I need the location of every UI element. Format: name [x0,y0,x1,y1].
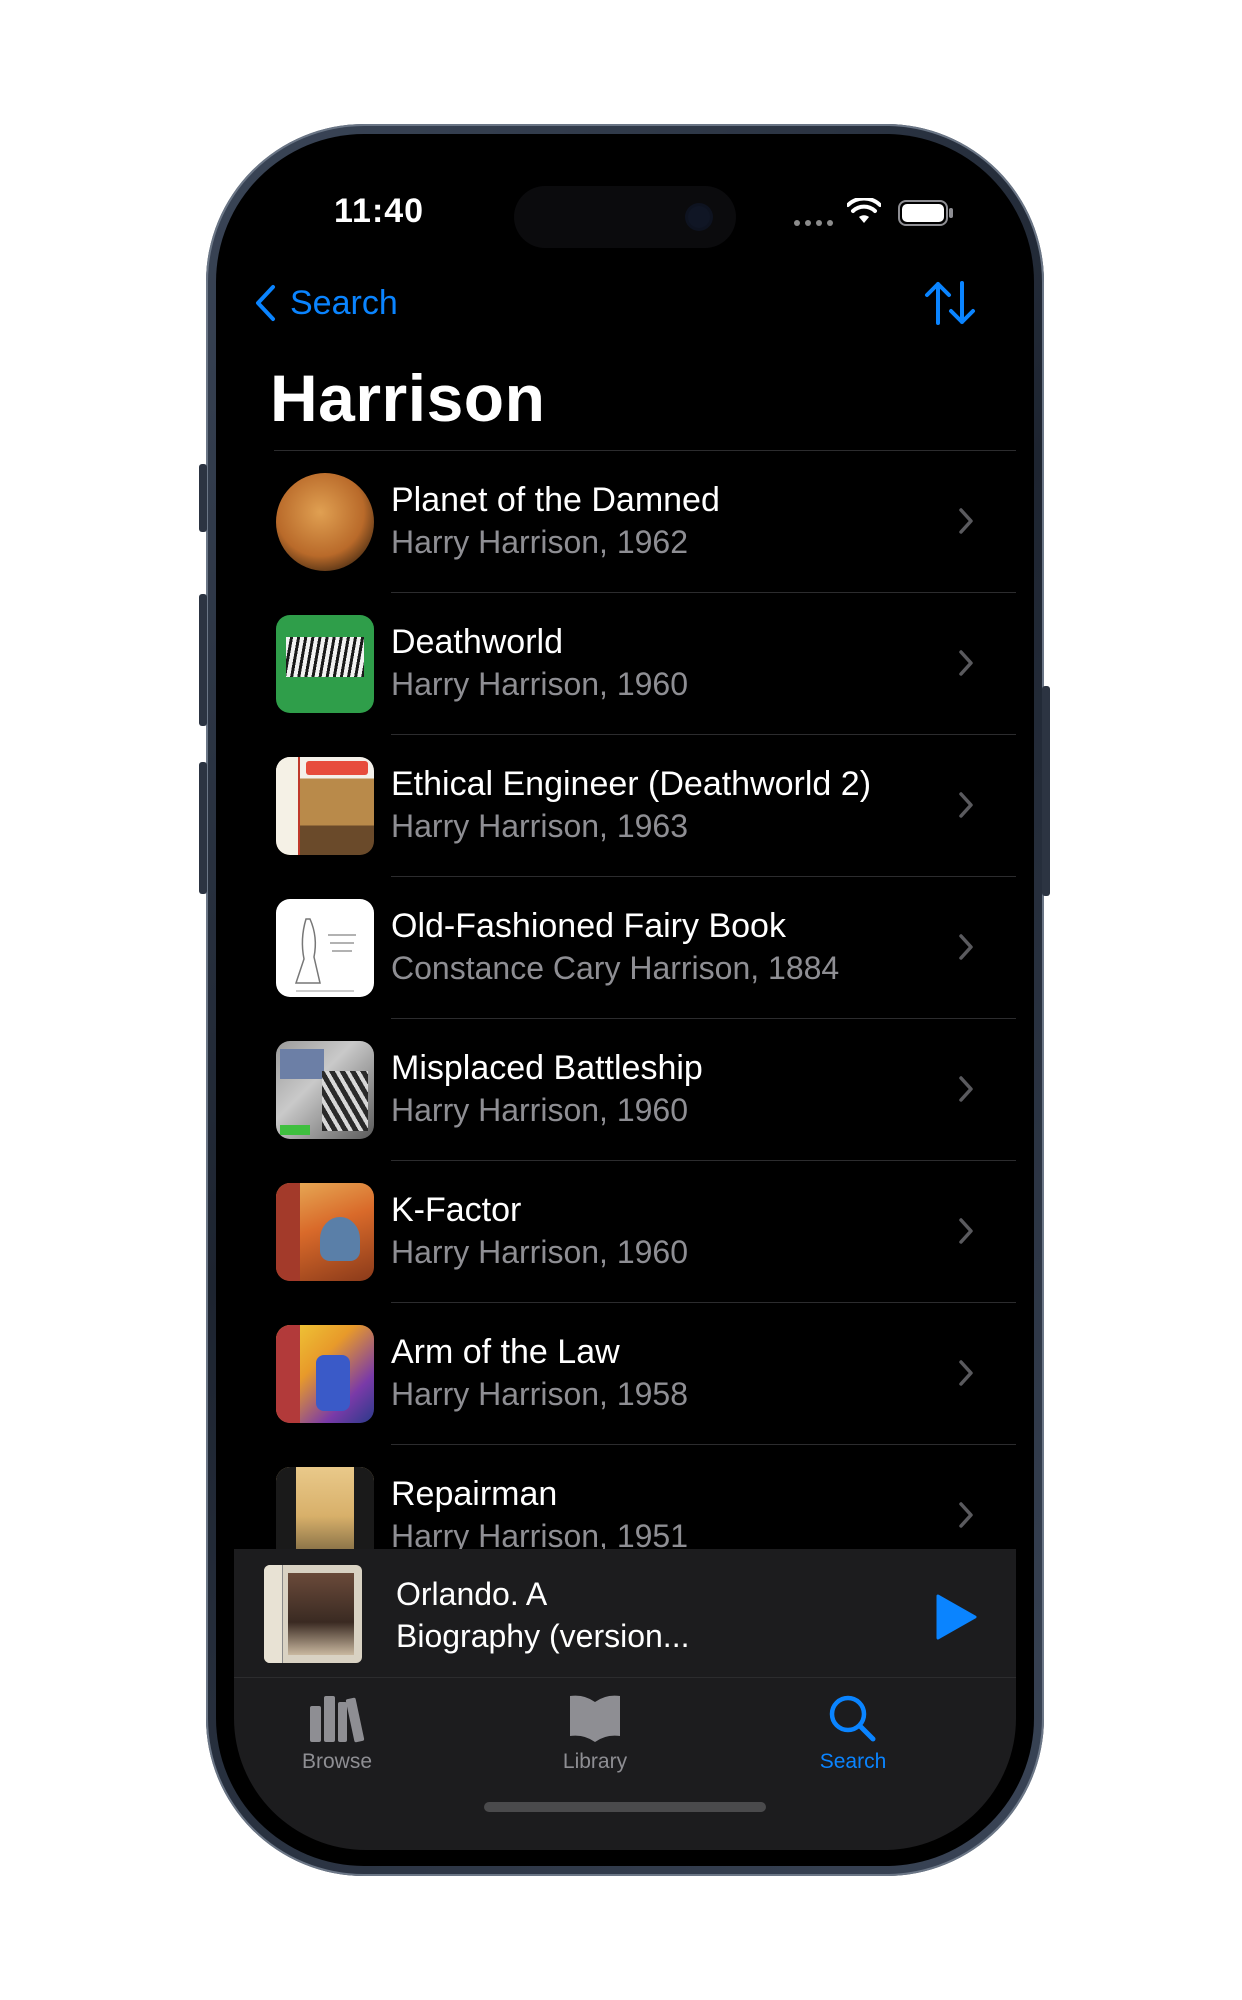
k-factor-cover [276,1183,374,1281]
book-title: Old-Fashioned Fairy Book [391,907,786,945]
book-title: Ethical Engineer (Deathworld 2) [391,765,872,803]
search-icon [829,1695,876,1742]
mini-player[interactable]: Orlando. A Biography (version... [234,1549,1016,1678]
chevron-right-icon [959,1360,973,1386]
play-icon[interactable] [934,1593,978,1641]
tab-library[interactable]: Library [495,1692,695,1774]
tab-bar: Browse Library Search [234,1678,1016,1850]
chevron-right-icon [959,1076,973,1102]
book-title: Arm of the Law [391,1333,620,1371]
books-icon [310,1696,365,1743]
book-title: Misplaced Battleship [391,1049,703,1087]
book-title: K-Factor [391,1191,522,1229]
status-time: 11:40 [334,192,425,230]
chevron-left-icon [256,285,275,321]
arm-of-law-cover [276,1325,374,1423]
tab-label: Browse [301,1750,373,1773]
list-item[interactable]: Arm of the Law Harry Harrison, 1958 [234,1303,1016,1445]
volume-up-button [199,594,207,726]
deathworld-cover [276,615,374,713]
book-list[interactable]: Planet of the Damned Harry Harrison, 196… [234,451,1016,1549]
tab-browse[interactable]: Browse [237,1692,437,1774]
sort-arrows-icon[interactable] [924,280,976,326]
chevron-right-icon [959,1502,973,1528]
home-indicator[interactable] [484,1802,766,1812]
book-subtitle: Harry Harrison, 1960 [391,1234,688,1270]
book-subtitle: Harry Harrison, 1962 [391,524,688,560]
dynamic-island [514,186,736,248]
book-subtitle: Harry Harrison, 1960 [391,666,688,702]
wifi-icon [847,198,881,223]
list-item[interactable]: Old-Fashioned Fairy Book Constance Cary … [234,877,1016,1019]
book-subtitle: Harry Harrison, 1958 [391,1376,688,1412]
page-title: Harrison [270,361,546,435]
open-book-icon [570,1695,620,1742]
book-subtitle: Constance Cary Harrison, 1884 [391,950,840,986]
tab-search[interactable]: Search [753,1692,953,1774]
list-item[interactable]: Repairman Harry Harrison, 1951 [234,1445,1016,1549]
screen: 11:40 Search Harrison Planet of the Damn… [234,150,1016,1850]
book-title: Repairman [391,1475,558,1513]
chevron-right-icon [959,934,973,960]
book-subtitle: Harry Harrison, 1951 [391,1518,688,1549]
action-button [199,464,207,532]
chevron-right-icon [959,792,973,818]
list-item[interactable]: Misplaced Battleship Harry Harrison, 196… [234,1019,1016,1161]
repairman-cover [276,1467,374,1549]
battleship-cover [276,1041,374,1139]
camera-icon [688,206,710,228]
cellular-icon [794,220,833,226]
book-title: Deathworld [391,623,563,661]
list-item[interactable]: K-Factor Harry Harrison, 1960 [234,1161,1016,1303]
power-button [1042,686,1050,896]
back-button-label: Search [290,283,398,322]
chevron-right-icon [959,1218,973,1244]
analog-cover [276,757,374,855]
fairy-book-cover [276,899,374,997]
list-item[interactable]: Deathworld Harry Harrison, 1960 [234,593,1016,735]
fairy-illustration-icon [294,918,356,992]
book-title: Planet of the Damned [391,481,720,519]
back-button[interactable]: Search [254,278,398,328]
chevron-right-icon [959,650,973,676]
volume-down-button [199,762,207,894]
tab-label: Search [819,1750,887,1773]
battery-icon [898,200,953,226]
list-item[interactable]: Ethical Engineer (Deathworld 2) Harry Ha… [234,735,1016,877]
book-subtitle: Harry Harrison, 1960 [391,1092,688,1128]
list-item[interactable]: Planet of the Damned Harry Harrison, 196… [234,451,1016,593]
tab-label: Library [562,1750,628,1773]
orlando-cover [264,1565,362,1663]
chevron-right-icon [959,508,973,534]
now-playing-title: Orlando. A Biography (version... [396,1576,690,1654]
planet-cover [276,473,374,571]
book-subtitle: Harry Harrison, 1963 [391,808,688,844]
